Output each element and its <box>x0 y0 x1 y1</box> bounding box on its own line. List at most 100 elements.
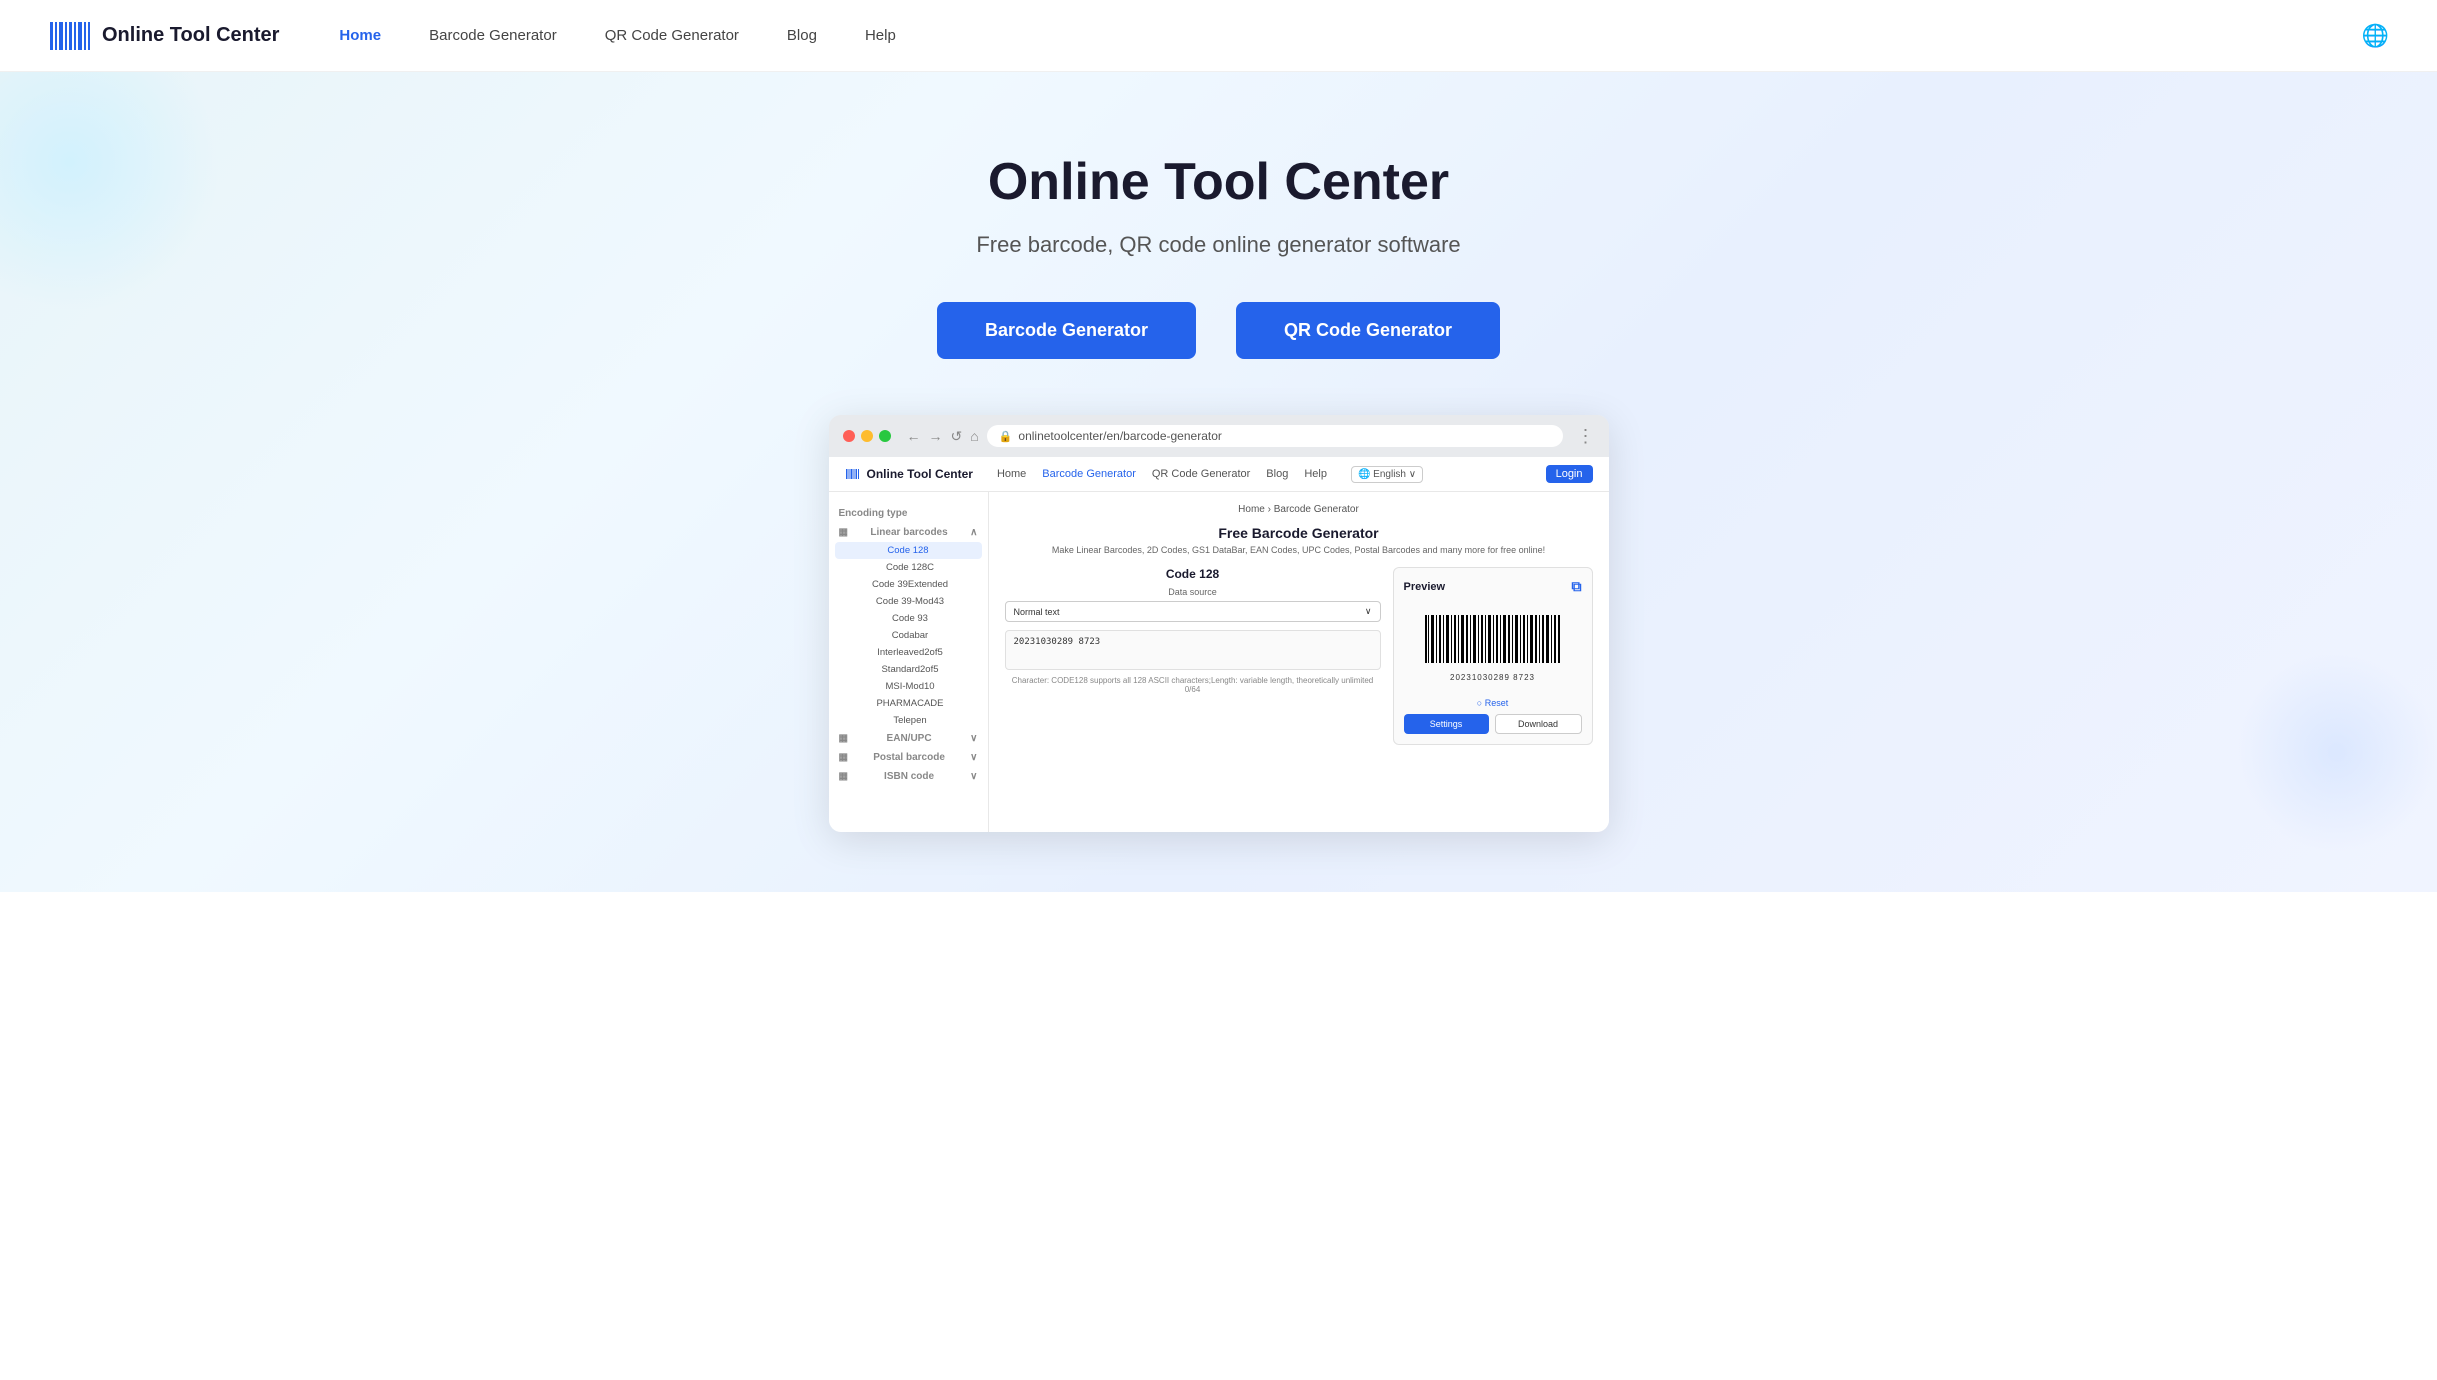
hero-subtitle: Free barcode, QR code online generator s… <box>48 232 2389 258</box>
sidebar-ean-icon: ▦ <box>839 733 848 744</box>
sidebar-item-standard[interactable]: Standard2of5 <box>829 661 988 678</box>
logo-area: Online Tool Center <box>48 14 279 58</box>
logo-text: Online Tool Center <box>102 24 279 47</box>
breadcrumb-home[interactable]: Home <box>1238 504 1265 515</box>
sidebar-item-code128[interactable]: Code 128 <box>835 542 982 559</box>
sidebar-ean-header[interactable]: ▦ EAN/UPC ∨ <box>829 729 988 748</box>
nav-qr[interactable]: QR Code Generator <box>605 27 739 44</box>
traffic-lights <box>843 430 891 442</box>
sidebar-item-codabar[interactable]: Codabar <box>829 627 988 644</box>
preview-actions: Settings Download <box>1404 714 1582 734</box>
barcode-preview: 20231030289 8723 <box>1404 603 1582 692</box>
sidebar-item-code93[interactable]: Code 93 <box>829 610 988 627</box>
sidebar-linear-label: Linear barcodes <box>870 527 947 538</box>
preview-box: Preview ⧉ <box>1393 567 1593 745</box>
inner-header: Online Tool Center Home Barcode Generato… <box>829 457 1609 492</box>
tool-right: Preview ⧉ <box>1393 567 1593 745</box>
address-bar[interactable]: 🔒 onlinetoolcenter/en/barcode-generator <box>987 425 1563 447</box>
sidebar-item-pharmacade[interactable]: PHARMACADE <box>829 695 988 712</box>
inner-nav-home[interactable]: Home <box>997 468 1026 480</box>
browser-toolbar: ← → ↺ ⌂ 🔒 onlinetoolcenter/en/barcode-ge… <box>829 415 1609 457</box>
sidebar-postal-label: Postal barcode <box>873 752 945 763</box>
sidebar-linear-chevron: ∧ <box>970 527 977 538</box>
hero-title: Online Tool Center <box>48 152 2389 212</box>
sidebar-item-telepen[interactable]: Telepen <box>829 712 988 729</box>
copy-icon[interactable]: ⧉ <box>1572 578 1582 595</box>
inner-body: Encoding type ▦ Linear barcodes ∧ Code 1… <box>829 492 1609 832</box>
browser-nav-controls: ← → ↺ ⌂ <box>907 428 979 445</box>
tool-left: Code 128 Data source Normal text ∨ 20231… <box>1005 567 1381 745</box>
data-source-label: Data source <box>1005 587 1381 597</box>
inner-logo-text: Online Tool Center <box>867 467 973 481</box>
globe-icon[interactable]: 🌐 <box>2362 23 2389 49</box>
inner-nav-qr[interactable]: QR Code Generator <box>1152 468 1250 480</box>
barcode-number: 20231030289 8723 <box>1450 673 1535 682</box>
sidebar-item-code39mod43[interactable]: Code 39-Mod43 <box>829 593 988 610</box>
hero-section: Online Tool Center Free barcode, QR code… <box>0 72 2437 892</box>
main-header: Online Tool Center Home Barcode Generato… <box>0 0 2437 72</box>
sidebar-linear-icon: ▦ <box>839 527 848 538</box>
sidebar-item-code39ext[interactable]: Code 39Extended <box>829 576 988 593</box>
preview-label: Preview <box>1404 581 1446 593</box>
sidebar-item-msi[interactable]: MSI-Mod10 <box>829 678 988 695</box>
sidebar-ean-chevron: ∨ <box>970 733 977 744</box>
nav-barcode[interactable]: Barcode Generator <box>429 27 557 44</box>
breadcrumb: Home › Barcode Generator <box>1005 504 1593 515</box>
lock-icon: 🔒 <box>999 430 1013 443</box>
sidebar-postal-header[interactable]: ▦ Postal barcode ∨ <box>829 748 988 767</box>
inner-nav-help[interactable]: Help <box>1304 468 1327 480</box>
forward-button[interactable]: → <box>929 428 943 444</box>
preview-header: Preview ⧉ <box>1404 578 1582 595</box>
sidebar-isbn-label: ISBN code <box>884 771 934 782</box>
reset-button[interactable]: ○ Reset <box>1404 698 1582 708</box>
nav-help[interactable]: Help <box>865 27 896 44</box>
sidebar-postal-icon: ▦ <box>839 752 848 763</box>
hero-buttons: Barcode Generator QR Code Generator <box>48 302 2389 359</box>
barcode-svg <box>1423 613 1563 669</box>
inner-nav: Home Barcode Generator QR Code Generator… <box>997 468 1327 480</box>
hero-barcode-btn[interactable]: Barcode Generator <box>937 302 1196 359</box>
logo-icon <box>48 14 92 58</box>
inner-nav-blog[interactable]: Blog <box>1266 468 1288 480</box>
char-note: Character: CODE128 supports all 128 ASCI… <box>1005 676 1381 694</box>
inner-login-button[interactable]: Login <box>1546 465 1593 483</box>
sidebar-encoding-section: Encoding type ▦ Linear barcodes ∧ Code 1… <box>829 504 988 786</box>
sidebar-linear-header[interactable]: ▦ Linear barcodes ∧ <box>829 523 988 542</box>
sidebar-ean-label: EAN/UPC <box>887 733 932 744</box>
sidebar-item-code128c[interactable]: Code 128C <box>829 559 988 576</box>
breadcrumb-page: Barcode Generator <box>1274 504 1359 515</box>
main-content-area: Home › Barcode Generator Free Barcode Ge… <box>989 492 1609 832</box>
inner-app: Online Tool Center Home Barcode Generato… <box>829 457 1609 832</box>
data-source-value: Normal text <box>1014 607 1060 617</box>
barcode-input[interactable]: 20231030289 8723 <box>1005 630 1381 670</box>
page-title: Free Barcode Generator <box>1005 525 1593 541</box>
browser-mockup: ← → ↺ ⌂ 🔒 onlinetoolcenter/en/barcode-ge… <box>829 415 1609 832</box>
sidebar-isbn-icon: ▦ <box>839 771 848 782</box>
refresh-button[interactable]: ↺ <box>951 428 963 445</box>
sidebar-encoding-label: Encoding type <box>839 508 908 519</box>
settings-button[interactable]: Settings <box>1404 714 1489 734</box>
nav-blog[interactable]: Blog <box>787 27 817 44</box>
nav-home[interactable]: Home <box>339 27 381 44</box>
sidebar-encoding-header: Encoding type <box>829 504 988 523</box>
hero-qr-btn[interactable]: QR Code Generator <box>1236 302 1500 359</box>
sidebar-postal-chevron: ∨ <box>970 752 977 763</box>
back-button[interactable]: ← <box>907 428 921 444</box>
sidebar: Encoding type ▦ Linear barcodes ∧ Code 1… <box>829 492 989 832</box>
inner-lang[interactable]: 🌐 English ∨ <box>1351 466 1423 483</box>
home-button[interactable]: ⌂ <box>970 428 978 444</box>
page-desc: Make Linear Barcodes, 2D Codes, GS1 Data… <box>1005 545 1593 555</box>
main-nav: Home Barcode Generator QR Code Generator… <box>339 27 2361 44</box>
traffic-light-red <box>843 430 855 442</box>
sidebar-isbn-header[interactable]: ▦ ISBN code ∨ <box>829 767 988 786</box>
tool-area: Code 128 Data source Normal text ∨ 20231… <box>1005 567 1593 745</box>
url-text: onlinetoolcenter/en/barcode-generator <box>1018 429 1221 443</box>
sidebar-item-interleaved[interactable]: Interleaved2of5 <box>829 644 988 661</box>
inner-logo: Online Tool Center <box>845 466 973 482</box>
more-button[interactable]: ⋮ <box>1577 426 1595 447</box>
inner-nav-barcode[interactable]: Barcode Generator <box>1042 468 1136 480</box>
traffic-light-green <box>879 430 891 442</box>
sidebar-isbn-chevron: ∨ <box>970 771 977 782</box>
download-button[interactable]: Download <box>1495 714 1582 734</box>
data-source-select[interactable]: Normal text ∨ <box>1005 601 1381 622</box>
